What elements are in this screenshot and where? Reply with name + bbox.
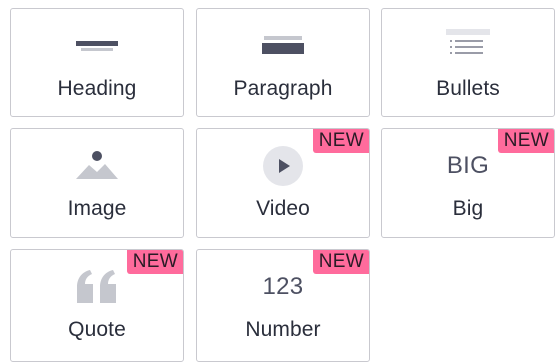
number-icon-text: 123 — [262, 273, 304, 300]
new-badge: NEW — [497, 129, 554, 153]
paragraph-icon — [197, 27, 369, 65]
heading-label: Heading — [57, 77, 137, 100]
block-picker-grid: Heading Paragraph Bullets Image Video NE… — [10, 8, 557, 362]
video-label: Video — [256, 197, 310, 220]
new-badge: NEW — [126, 250, 183, 274]
heading-icon — [11, 27, 183, 65]
bullets-block-tile[interactable]: Bullets — [381, 8, 555, 117]
bullets-icon — [382, 27, 554, 65]
new-badge: NEW — [312, 129, 369, 153]
number-label: Number — [245, 318, 321, 341]
paragraph-label: Paragraph — [233, 77, 333, 100]
big-label: Big — [452, 197, 484, 220]
image-icon — [11, 147, 183, 185]
heading-block-tile[interactable]: Heading — [10, 8, 184, 117]
big-icon-text: BIG — [446, 152, 490, 179]
quote-label: Quote — [68, 318, 126, 341]
number-block-tile[interactable]: 123 Number NEW — [196, 249, 370, 362]
bullets-label: Bullets — [436, 77, 500, 100]
paragraph-block-tile[interactable]: Paragraph — [196, 8, 370, 117]
new-badge: NEW — [312, 250, 369, 274]
image-label: Image — [67, 197, 127, 220]
video-block-tile[interactable]: Video NEW — [196, 128, 370, 238]
image-block-tile[interactable]: Image — [10, 128, 184, 238]
quote-block-tile[interactable]: Quote NEW — [10, 249, 184, 362]
big-block-tile[interactable]: BIG Big NEW — [381, 128, 555, 238]
